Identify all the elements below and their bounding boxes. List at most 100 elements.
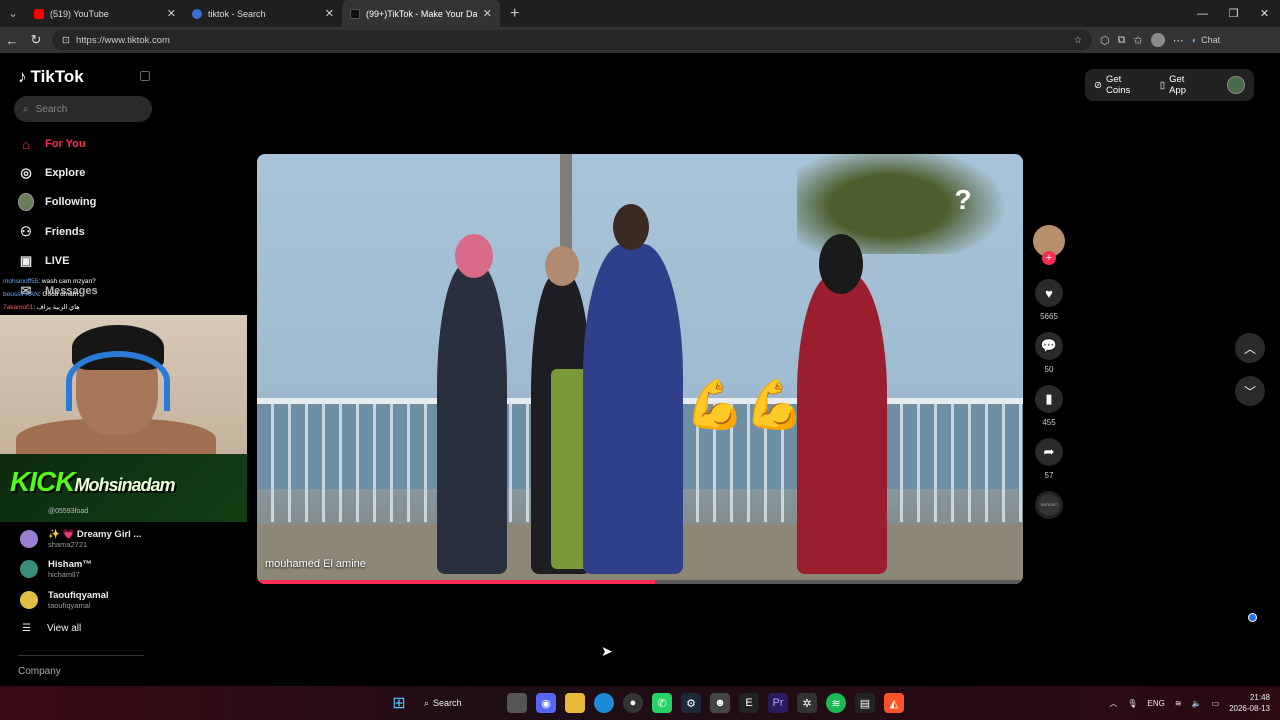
tray-overflow-icon[interactable]: ︿ xyxy=(1109,698,1117,709)
url-field[interactable]: ⊡ https://www.tiktok.com ☆ xyxy=(52,30,1092,50)
spotify-icon[interactable]: ≋ xyxy=(826,693,846,713)
favorite-star-icon[interactable]: ☆ xyxy=(1073,35,1082,46)
obs-icon[interactable]: ● xyxy=(623,693,643,713)
following-account[interactable]: Taoufiqyamal taoufiqyamal xyxy=(20,590,109,610)
get-coins-button[interactable]: ⊘ Get Coins xyxy=(1094,74,1148,96)
nav-following[interactable]: Following xyxy=(18,193,96,211)
save-button[interactable]: ▮ xyxy=(1035,385,1063,413)
taskbar-apps: ⊞ ⌕ Search ◉ ● ✆ ⚙ ☻ E Pr ✲ ≋ ▤ ◭ xyxy=(389,686,904,720)
youtube-favicon-icon xyxy=(34,8,44,19)
chat-line: mohsinoff55: wash cam mzyan? xyxy=(3,275,96,288)
account-name: Hisham™ xyxy=(48,559,92,570)
video-person xyxy=(437,234,507,574)
following-account[interactable]: Hisham™ hichamll7 xyxy=(20,559,92,579)
share-button[interactable]: ➦ xyxy=(1035,438,1063,466)
taskbar-search[interactable]: ⌕ Search xyxy=(418,698,498,709)
tab-close-icon[interactable]: ✕ xyxy=(483,7,492,20)
video-person xyxy=(797,234,887,574)
minimize-icon[interactable]: — xyxy=(1187,0,1218,27)
view-all-link[interactable]: ☰ View all xyxy=(22,623,81,634)
company-link[interactable]: Company xyxy=(18,666,61,677)
tab-close-icon[interactable]: ✕ xyxy=(325,7,334,20)
kick-channel: Mohsinadam xyxy=(74,475,175,495)
list-icon: ☰ xyxy=(22,623,31,634)
game-launcher-icon[interactable]: ☻ xyxy=(710,693,730,713)
epic-games-icon[interactable]: E xyxy=(739,693,759,713)
tab-tiktok[interactable]: (99+)TikTok - Make Your Day ✕ xyxy=(342,0,500,27)
coin-icon: ⊘ xyxy=(1094,79,1102,91)
refresh-icon[interactable]: ↻ xyxy=(24,32,48,48)
follow-plus-icon[interactable]: + xyxy=(1042,251,1056,265)
more-options-icon[interactable]: ⋯ xyxy=(1173,34,1184,47)
bookmark-icon: ▮ xyxy=(1045,391,1053,406)
file-explorer-icon[interactable] xyxy=(565,693,585,713)
edge-icon[interactable] xyxy=(594,693,614,713)
task-view-icon[interactable] xyxy=(507,693,527,713)
profile-avatar[interactable] xyxy=(1227,76,1245,94)
video-author[interactable]: mouhamed El amine xyxy=(265,558,366,570)
nav-live[interactable]: ▣ LIVE xyxy=(18,253,70,269)
search-input[interactable]: ⌕ Search xyxy=(14,96,152,122)
live-icon: ▣ xyxy=(19,253,33,268)
collapse-sidebar-icon[interactable] xyxy=(140,71,150,81)
video-progress-fill xyxy=(257,580,656,584)
nav-label: For You xyxy=(45,138,86,150)
next-video-button[interactable]: ﹀ xyxy=(1235,376,1265,406)
maximize-icon[interactable]: ❐ xyxy=(1218,0,1249,27)
back-icon[interactable]: ← xyxy=(0,33,24,48)
taskbar-clock[interactable]: 21:48 2026-08-13 xyxy=(1229,692,1270,714)
following-account[interactable]: ✨ 💗 Dreamy Girl ... shama2721 xyxy=(20,529,141,549)
volume-icon[interactable]: 🔈 xyxy=(1192,699,1202,708)
search-placeholder: Search xyxy=(35,103,68,115)
nav-friends[interactable]: ⚇ Friends xyxy=(18,224,85,240)
app-settings-icon[interactable]: ✲ xyxy=(797,693,817,713)
get-app-label: Get App xyxy=(1169,74,1186,96)
like-button[interactable]: ♥ xyxy=(1035,279,1063,307)
stream-chat-overlay: mohsinoff55: wash cam mzyan? boussiFAAN:… xyxy=(3,275,96,314)
chat-text: : Good dmam xyxy=(38,291,79,298)
account-handle: taoufiqyamal xyxy=(48,601,91,610)
nav-explore[interactable]: ◎ Explore xyxy=(18,165,85,181)
nav-for-you[interactable]: ⌂ For You xyxy=(18,136,86,152)
new-tab-button[interactable]: + xyxy=(510,5,519,23)
premiere-pro-icon[interactable]: Pr xyxy=(768,693,788,713)
chevron-down-icon: ﹀ xyxy=(1243,384,1256,399)
favorites-icon[interactable]: ✩ xyxy=(1133,34,1142,47)
taskbar-search-label: Search xyxy=(433,698,462,708)
split-screen-icon[interactable]: ⧉ xyxy=(1118,34,1126,47)
copilot-chat-button[interactable]: ◐ Chat xyxy=(1192,35,1220,45)
brave-browser-icon[interactable]: ◭ xyxy=(884,693,904,713)
media-app-icon[interactable]: ▤ xyxy=(855,693,875,713)
creator-avatar[interactable]: + xyxy=(1033,225,1065,265)
microphone-icon[interactable]: 🎙 xyxy=(1127,699,1137,708)
tiktok-note-icon: ♪ xyxy=(18,67,27,86)
whatsapp-icon[interactable]: ✆ xyxy=(652,693,672,713)
wifi-icon[interactable]: ≋ xyxy=(1175,699,1182,708)
language-indicator[interactable]: ENG xyxy=(1148,699,1165,708)
video-progress-bar[interactable] xyxy=(257,580,1023,584)
start-windows-icon[interactable]: ⊞ xyxy=(389,693,409,713)
tab-title: (519) YouTube xyxy=(50,8,109,19)
nav-label: Explore xyxy=(45,167,86,179)
account-handle: shama2721 xyxy=(48,540,88,549)
music-disc[interactable]: PATIENT xyxy=(1035,491,1063,519)
tiktok-logo[interactable]: ♪ TikTok xyxy=(18,67,84,87)
floating-indicator-dot[interactable] xyxy=(1248,613,1257,622)
discord-icon[interactable]: ◉ xyxy=(536,693,556,713)
site-info-icon[interactable]: ⊡ xyxy=(62,35,70,46)
battery-icon[interactable]: ▭ xyxy=(1212,699,1220,708)
video-player[interactable]: 💪💪 ? mouhamed El amine xyxy=(257,154,1023,584)
video-actions: + ♥ 5665 💬 50 ▮ 455 ➦ 57 PATIENT xyxy=(1031,225,1067,519)
comment-button[interactable]: 💬 xyxy=(1035,332,1063,360)
comment-icon: 💬 xyxy=(1040,338,1058,353)
tab-close-icon[interactable]: ✕ xyxy=(167,7,176,20)
tab-actions-menu-icon[interactable]: ⌄ xyxy=(0,0,26,27)
tab-tiktok-search[interactable]: tiktok - Search ✕ xyxy=(184,0,342,27)
profile-avatar[interactable] xyxy=(1150,33,1165,47)
tab-youtube[interactable]: (519) YouTube ✕ xyxy=(26,0,184,27)
steam-icon[interactable]: ⚙ xyxy=(681,693,701,713)
close-window-icon[interactable]: ✕ xyxy=(1249,0,1280,27)
get-app-button[interactable]: ▯ Get App xyxy=(1160,74,1203,96)
previous-video-button[interactable]: ︿ xyxy=(1235,333,1265,363)
extensions-icon[interactable]: ⬡ xyxy=(1100,34,1110,47)
